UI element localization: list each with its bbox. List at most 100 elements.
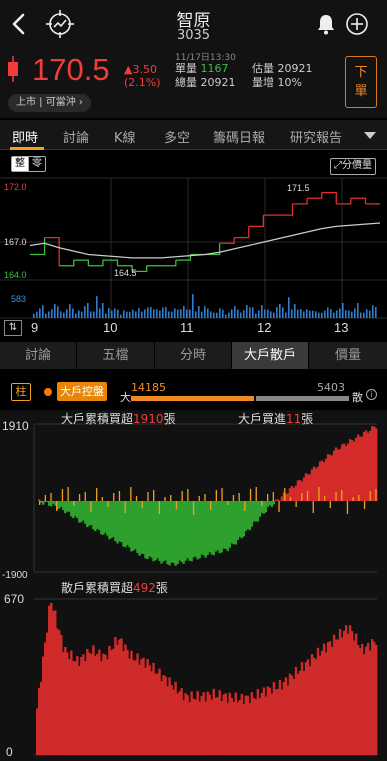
subtab-five-levels[interactable]: 五檔 <box>77 342 155 369</box>
price-segment <box>234 226 250 239</box>
big-cum-label: 大戶累積買超 <box>61 412 134 426</box>
volume-bar <box>132 309 134 318</box>
volume-bar <box>369 310 371 318</box>
volume-bar <box>138 308 140 318</box>
tab-long-short[interactable]: 多空 <box>164 127 190 146</box>
volume-bar <box>291 309 293 318</box>
listing-badge[interactable]: 上市 | 可當沖 › <box>8 94 91 112</box>
retail-value: 5403 <box>317 381 345 394</box>
listing-text: 上市 | 可當沖 <box>16 97 76 108</box>
volume-bar <box>276 307 278 318</box>
big-buy-tick <box>363 501 366 509</box>
bar-chart-toggle[interactable]: 柱 <box>11 383 31 401</box>
volume-bar <box>180 309 182 318</box>
change-percent: (2.1%) <box>124 76 161 89</box>
volume-bar <box>282 307 284 318</box>
volume-bar <box>72 308 74 318</box>
more-tabs-caret-icon[interactable] <box>364 132 376 139</box>
subtab-discussion[interactable]: 討論 <box>0 342 77 369</box>
big-label: 大 <box>120 391 131 404</box>
big-buy-tick <box>278 501 280 512</box>
price-segment <box>59 260 75 267</box>
y-high-label: 172.0 <box>4 182 27 192</box>
volume-bar <box>363 312 365 318</box>
big-ratio-bar <box>131 396 254 401</box>
big-buy-tick <box>135 496 138 501</box>
high-mark-label: 171.5 <box>287 183 310 193</box>
big-buy-tick <box>318 487 320 501</box>
volume-bar <box>294 304 296 318</box>
big-cum-bar <box>38 499 41 501</box>
volume-bar <box>48 311 50 318</box>
volume-bar <box>348 310 350 318</box>
big-cum-unit: 張 <box>163 412 176 426</box>
volume-bar <box>318 312 320 318</box>
tab-kline[interactable]: K線 <box>114 127 136 146</box>
volume-bar <box>168 311 170 318</box>
big-control-badge[interactable]: 大戶控盤 <box>57 382 107 401</box>
volume-bar <box>216 312 218 318</box>
volume-bar <box>228 312 230 318</box>
price-segment <box>277 203 294 216</box>
x-label-12: 12 <box>257 320 272 335</box>
volume-bar <box>252 307 254 318</box>
volume-bar <box>96 296 98 318</box>
volume-bar <box>225 314 227 318</box>
big-buy-tick <box>249 489 252 501</box>
big-buy-tick <box>90 501 92 512</box>
tab-discussion[interactable]: 討論 <box>63 127 89 146</box>
big-value: 14185 <box>131 381 166 394</box>
big-buy-tick <box>96 488 98 501</box>
big-buy-tick <box>39 501 41 505</box>
volume-bar <box>114 308 116 318</box>
subtab-price-volume[interactable]: 價量 <box>309 342 387 369</box>
volume-bar <box>192 294 194 318</box>
subtab-big-retail[interactable]: 大戶散戶 <box>232 342 309 369</box>
big-buy-tick <box>50 493 52 501</box>
retail-ratio-bar <box>256 396 349 401</box>
volume-bar <box>153 309 155 318</box>
big-buy-tick <box>312 501 314 513</box>
retail-y-top: 670 <box>4 592 25 606</box>
volume-bar <box>123 310 125 318</box>
big-buy-tick <box>181 491 183 501</box>
chevron-right-icon: › <box>78 97 83 108</box>
volume-bar <box>264 309 266 318</box>
volume-bar <box>342 303 344 318</box>
tab-research-report[interactable]: 研究報告 <box>290 127 342 146</box>
bell-icon[interactable] <box>314 12 338 36</box>
volume-bar <box>141 311 143 318</box>
subtab-time-sales[interactable]: 分時 <box>155 342 232 369</box>
volume-bar <box>57 306 59 318</box>
place-order-button[interactable]: 下單 <box>345 56 377 108</box>
big-buy-tick <box>329 501 331 508</box>
volume-bar <box>78 310 80 318</box>
big-buy-tick <box>147 492 149 501</box>
info-icon[interactable]: i <box>366 389 377 400</box>
volume-bar <box>270 311 272 318</box>
sub-tab-bar: 討論 五檔 分時 大戶散戶 價量 <box>0 342 387 369</box>
big-buy-tick <box>210 501 212 510</box>
tab-chip-daily[interactable]: 籌碼日報 <box>213 127 265 146</box>
volume-bar <box>285 312 287 318</box>
volume-bar <box>351 311 353 318</box>
volume-bar <box>90 311 92 318</box>
price-segment <box>30 237 46 256</box>
big-buy-tick <box>84 492 86 501</box>
unit-volume-label: 單量 <box>175 62 197 75</box>
volume-bar <box>207 308 209 318</box>
volume-bar <box>219 308 221 318</box>
price-segment <box>336 198 352 205</box>
add-plus-icon[interactable] <box>345 12 369 36</box>
volume-bar <box>297 309 299 318</box>
big-y-bottom: -1900 <box>2 570 28 581</box>
big-buy-tick <box>170 495 172 501</box>
tab-realtime[interactable]: 即時 <box>12 127 38 146</box>
price-segment <box>161 260 177 267</box>
big-buy-tick <box>289 497 292 501</box>
swap-order-icon[interactable]: ⇅ <box>4 320 22 336</box>
volume-bar <box>306 309 308 318</box>
big-buy-value: 11 <box>286 412 302 426</box>
volume-bar <box>39 308 41 318</box>
volume-bar <box>303 311 305 318</box>
